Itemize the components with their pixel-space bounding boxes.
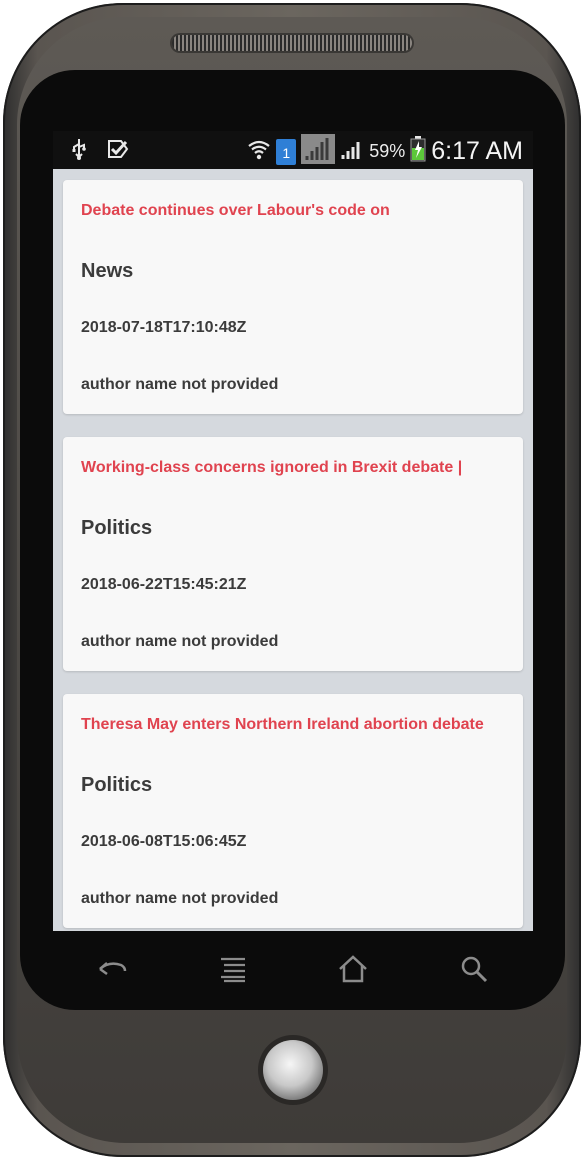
menu-button[interactable] bbox=[213, 951, 253, 987]
article-author: author name not provided bbox=[81, 633, 279, 650]
article-author: author name not provided bbox=[81, 890, 279, 907]
article-date: 2018-06-08T15:06:45Z bbox=[81, 833, 247, 850]
back-button[interactable] bbox=[91, 951, 131, 987]
article-title[interactable]: Working-class concerns ignored in Brexit… bbox=[81, 459, 462, 477]
signal-icon bbox=[340, 137, 364, 166]
search-button[interactable] bbox=[454, 951, 494, 987]
status-bar: 1 59% 6:17 AM bbox=[53, 131, 533, 169]
article-category: Politics bbox=[81, 517, 153, 539]
article-date: 2018-07-18T17:10:48Z bbox=[81, 319, 247, 336]
sim-badge: 1 bbox=[282, 144, 291, 161]
article-card[interactable]: Debate continues over Labour's code on N… bbox=[63, 180, 523, 414]
hardware-nav-bar bbox=[53, 931, 533, 1006]
back-icon bbox=[99, 962, 127, 976]
search-icon bbox=[461, 956, 488, 983]
sim-icon: 1 bbox=[276, 138, 297, 165]
home-icon bbox=[339, 955, 367, 983]
no-signal-icon bbox=[301, 134, 336, 169]
earpiece-speaker bbox=[172, 35, 412, 51]
article-list[interactable]: Debate continues over Labour's code on N… bbox=[53, 169, 533, 931]
menu-icon bbox=[221, 957, 245, 983]
battery-percent: 59% bbox=[369, 141, 406, 161]
battery-charging-icon bbox=[410, 136, 426, 167]
wifi-icon bbox=[247, 137, 271, 166]
article-category: News bbox=[81, 260, 134, 282]
screen: 1 59% 6:17 AM Debate continues over Labo… bbox=[53, 131, 533, 931]
check-notification-icon bbox=[105, 137, 131, 166]
usb-icon bbox=[67, 137, 91, 166]
trackball-button[interactable] bbox=[263, 1040, 323, 1100]
clock: 6:17 AM bbox=[431, 137, 523, 165]
article-title[interactable]: Debate continues over Labour's code on bbox=[81, 202, 390, 220]
article-title[interactable]: Theresa May enters Northern Ireland abor… bbox=[81, 716, 484, 734]
article-date: 2018-06-22T15:45:21Z bbox=[81, 576, 247, 593]
article-card[interactable]: Working-class concerns ignored in Brexit… bbox=[63, 437, 523, 671]
article-card[interactable]: Theresa May enters Northern Ireland abor… bbox=[63, 694, 523, 928]
article-category: Politics bbox=[81, 774, 153, 796]
article-author: author name not provided bbox=[81, 376, 279, 393]
home-button[interactable] bbox=[333, 951, 373, 987]
